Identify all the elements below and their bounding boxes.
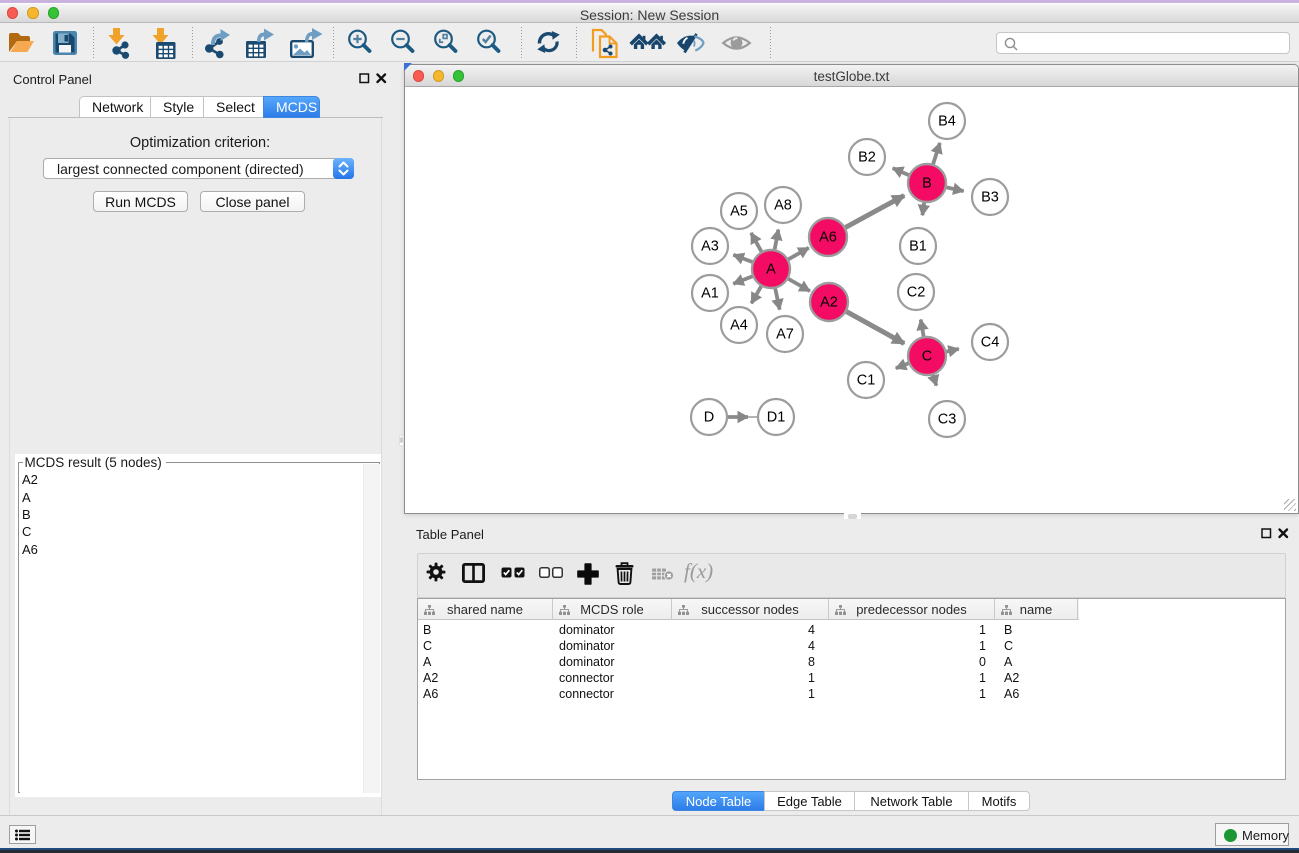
svg-text:A1: A1 [701,286,719,302]
svg-text:C2: C2 [907,285,926,301]
svg-text:C1: C1 [857,373,876,389]
svg-text:B1: B1 [909,239,927,255]
svg-text:A4: A4 [730,318,748,334]
svg-text:C4: C4 [981,335,1000,351]
svg-text:B4: B4 [938,114,956,130]
svg-text:A3: A3 [701,239,719,255]
svg-text:B3: B3 [981,190,999,206]
svg-text:A2: A2 [820,295,838,311]
svg-text:C: C [922,349,932,365]
svg-text:B2: B2 [858,150,876,166]
svg-text:A6: A6 [819,230,837,246]
svg-text:B: B [922,176,932,192]
svg-text:A8: A8 [774,198,792,214]
svg-text:C3: C3 [938,412,957,428]
svg-text:D1: D1 [767,410,786,426]
svg-text:D: D [704,410,714,426]
svg-text:A7: A7 [776,327,794,343]
svg-text:A5: A5 [730,204,748,220]
svg-text:A: A [766,262,776,278]
